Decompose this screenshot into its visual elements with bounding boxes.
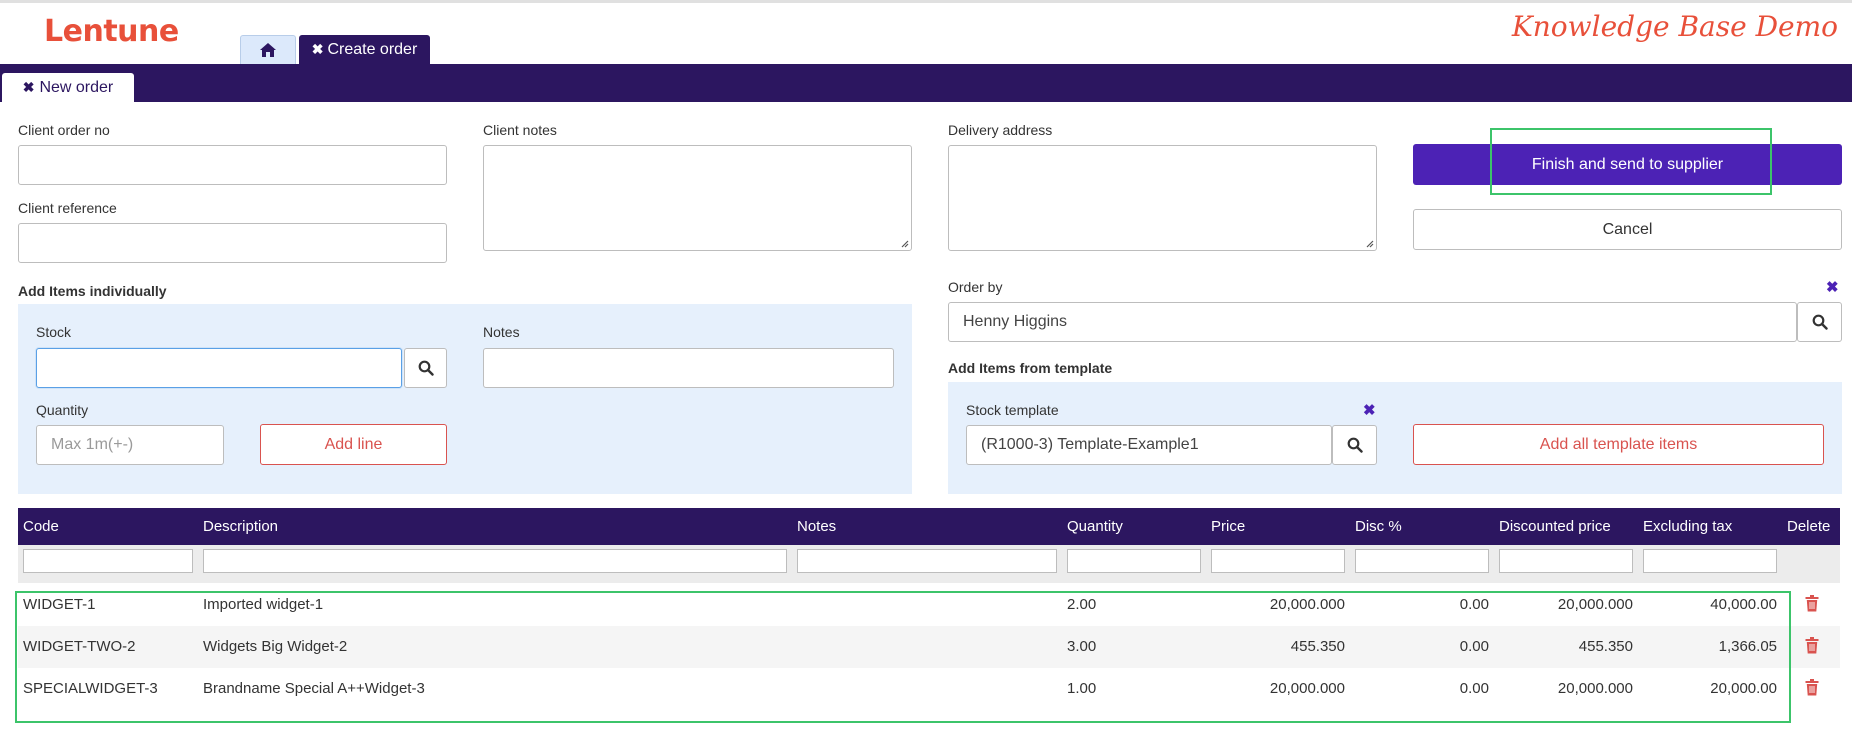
order-by-input[interactable]: Henny Higgins bbox=[948, 302, 1797, 342]
cell-description: Widgets Big Widget-2 bbox=[203, 638, 348, 655]
search-icon bbox=[1347, 437, 1363, 453]
nav-bar bbox=[0, 64, 1852, 102]
cell-price: 20,000.000 bbox=[1269, 596, 1345, 613]
stock-input[interactable] bbox=[36, 348, 402, 388]
cell-quantity: 2.00 bbox=[1067, 596, 1097, 613]
cell-code: SPECIALWIDGET-3 bbox=[23, 680, 158, 697]
table-row[interactable]: SPECIALWIDGET-3 Brandname Special A++Wid… bbox=[18, 668, 1840, 710]
column-header-code[interactable]: Code bbox=[23, 508, 59, 545]
client-order-no-label: Client order no bbox=[18, 122, 110, 138]
stock-label: Stock bbox=[36, 324, 72, 340]
resize-grip-icon[interactable] bbox=[1364, 238, 1374, 248]
home-icon bbox=[260, 43, 276, 57]
tab-new-order[interactable]: ✖ New order bbox=[2, 73, 134, 102]
tab-create-order-label: Create order bbox=[327, 40, 418, 58]
stock-template-input[interactable]: (R1000-3) Template-Example1 bbox=[966, 425, 1332, 465]
cell-description: Brandname Special A++Widget-3 bbox=[203, 680, 425, 697]
cancel-button[interactable]: Cancel bbox=[1413, 209, 1842, 250]
cell-disc: 0.00 bbox=[1459, 680, 1489, 697]
add-items-individually-title: Add Items individually bbox=[18, 283, 167, 299]
finish-and-send-button[interactable]: Finish and send to supplier bbox=[1413, 144, 1842, 185]
quantity-label: Quantity bbox=[36, 402, 89, 418]
cell-excluding-tax: 40,000.00 bbox=[1710, 596, 1777, 613]
trash-icon[interactable] bbox=[1805, 679, 1819, 696]
resize-grip-icon[interactable] bbox=[899, 238, 909, 248]
quantity-input[interactable]: Max 1m(+-) bbox=[36, 425, 224, 465]
cell-price: 455.350 bbox=[1290, 638, 1345, 655]
column-header-disc[interactable]: Disc % bbox=[1355, 508, 1402, 545]
add-items-template-title: Add Items from template bbox=[948, 360, 1113, 376]
client-notes-label: Client notes bbox=[483, 122, 557, 138]
filter-discounted-price-input[interactable] bbox=[1499, 549, 1633, 573]
order-by-label: Order by bbox=[948, 279, 1003, 295]
top-border bbox=[0, 0, 1852, 3]
add-all-template-items-button[interactable]: Add all template items bbox=[1413, 424, 1824, 465]
cell-discounted-price: 20,000.000 bbox=[1557, 680, 1633, 697]
close-icon[interactable]: ✖ bbox=[312, 41, 324, 58]
filter-disc-input[interactable] bbox=[1355, 549, 1489, 573]
close-icon[interactable]: ✖ bbox=[1363, 401, 1376, 419]
add-items-panel bbox=[18, 304, 912, 494]
cell-price: 20,000.000 bbox=[1269, 680, 1345, 697]
table-header: Code Description Notes Quantity Price Di… bbox=[18, 508, 1840, 545]
column-header-notes[interactable]: Notes bbox=[797, 508, 836, 545]
demo-banner: Knowledge Base Demo bbox=[1511, 10, 1838, 43]
client-order-no-input[interactable] bbox=[18, 145, 447, 185]
search-icon bbox=[1812, 314, 1828, 330]
column-header-excluding-tax[interactable]: Excluding tax bbox=[1643, 508, 1732, 545]
column-header-quantity[interactable]: Quantity bbox=[1067, 508, 1123, 545]
cell-code: WIDGET-1 bbox=[23, 596, 96, 613]
trash-icon[interactable] bbox=[1805, 637, 1819, 654]
column-header-price[interactable]: Price bbox=[1211, 508, 1245, 545]
cell-discounted-price: 455.350 bbox=[1578, 638, 1633, 655]
cell-discounted-price: 20,000.000 bbox=[1557, 596, 1633, 613]
table-row[interactable]: WIDGET-TWO-2 Widgets Big Widget-2 3.00 4… bbox=[18, 626, 1840, 668]
search-icon bbox=[418, 360, 434, 376]
filter-code-input[interactable] bbox=[23, 549, 193, 573]
column-header-delete: Delete bbox=[1787, 518, 1831, 535]
cell-disc: 0.00 bbox=[1459, 596, 1489, 613]
close-icon[interactable]: ✖ bbox=[1826, 278, 1839, 296]
stock-search-button[interactable] bbox=[404, 348, 447, 388]
delivery-address-label: Delivery address bbox=[948, 122, 1053, 138]
cell-description: Imported widget-1 bbox=[203, 596, 324, 613]
add-line-button[interactable]: Add line bbox=[260, 424, 447, 465]
logo: Lentune bbox=[44, 14, 179, 49]
cell-code: WIDGET-TWO-2 bbox=[23, 638, 136, 655]
client-notes-textarea[interactable] bbox=[483, 145, 912, 251]
notes-label: Notes bbox=[483, 324, 520, 340]
filter-row bbox=[18, 545, 1840, 583]
tab-create-order[interactable]: ✖ Create order bbox=[299, 35, 430, 64]
stock-template-label: Stock template bbox=[966, 402, 1059, 418]
cell-excluding-tax: 1,366.05 bbox=[1718, 638, 1777, 655]
home-tab[interactable] bbox=[240, 35, 296, 64]
tab-new-order-label: New order bbox=[39, 78, 114, 96]
notes-input[interactable] bbox=[483, 348, 894, 388]
filter-notes-input[interactable] bbox=[797, 549, 1057, 573]
order-by-search-button[interactable] bbox=[1797, 302, 1842, 342]
stock-template-search-button[interactable] bbox=[1332, 425, 1377, 465]
cell-excluding-tax: 20,000.00 bbox=[1710, 680, 1777, 697]
client-reference-label: Client reference bbox=[18, 200, 117, 216]
filter-description-input[interactable] bbox=[203, 549, 787, 573]
cell-quantity: 3.00 bbox=[1067, 638, 1097, 655]
cell-disc: 0.00 bbox=[1459, 638, 1489, 655]
column-header-description[interactable]: Description bbox=[203, 508, 278, 545]
filter-excluding-tax-input[interactable] bbox=[1643, 549, 1777, 573]
cell-quantity: 1.00 bbox=[1067, 680, 1097, 697]
trash-icon[interactable] bbox=[1805, 595, 1819, 612]
table-row[interactable]: WIDGET-1 Imported widget-1 2.00 20,000.0… bbox=[18, 584, 1840, 626]
close-icon[interactable]: ✖ bbox=[23, 79, 35, 96]
column-header-discounted-price[interactable]: Discounted price bbox=[1499, 508, 1611, 545]
delivery-address-textarea[interactable] bbox=[948, 145, 1377, 251]
filter-quantity-input[interactable] bbox=[1067, 549, 1201, 573]
client-reference-input[interactable] bbox=[18, 223, 447, 263]
filter-price-input[interactable] bbox=[1211, 549, 1345, 573]
